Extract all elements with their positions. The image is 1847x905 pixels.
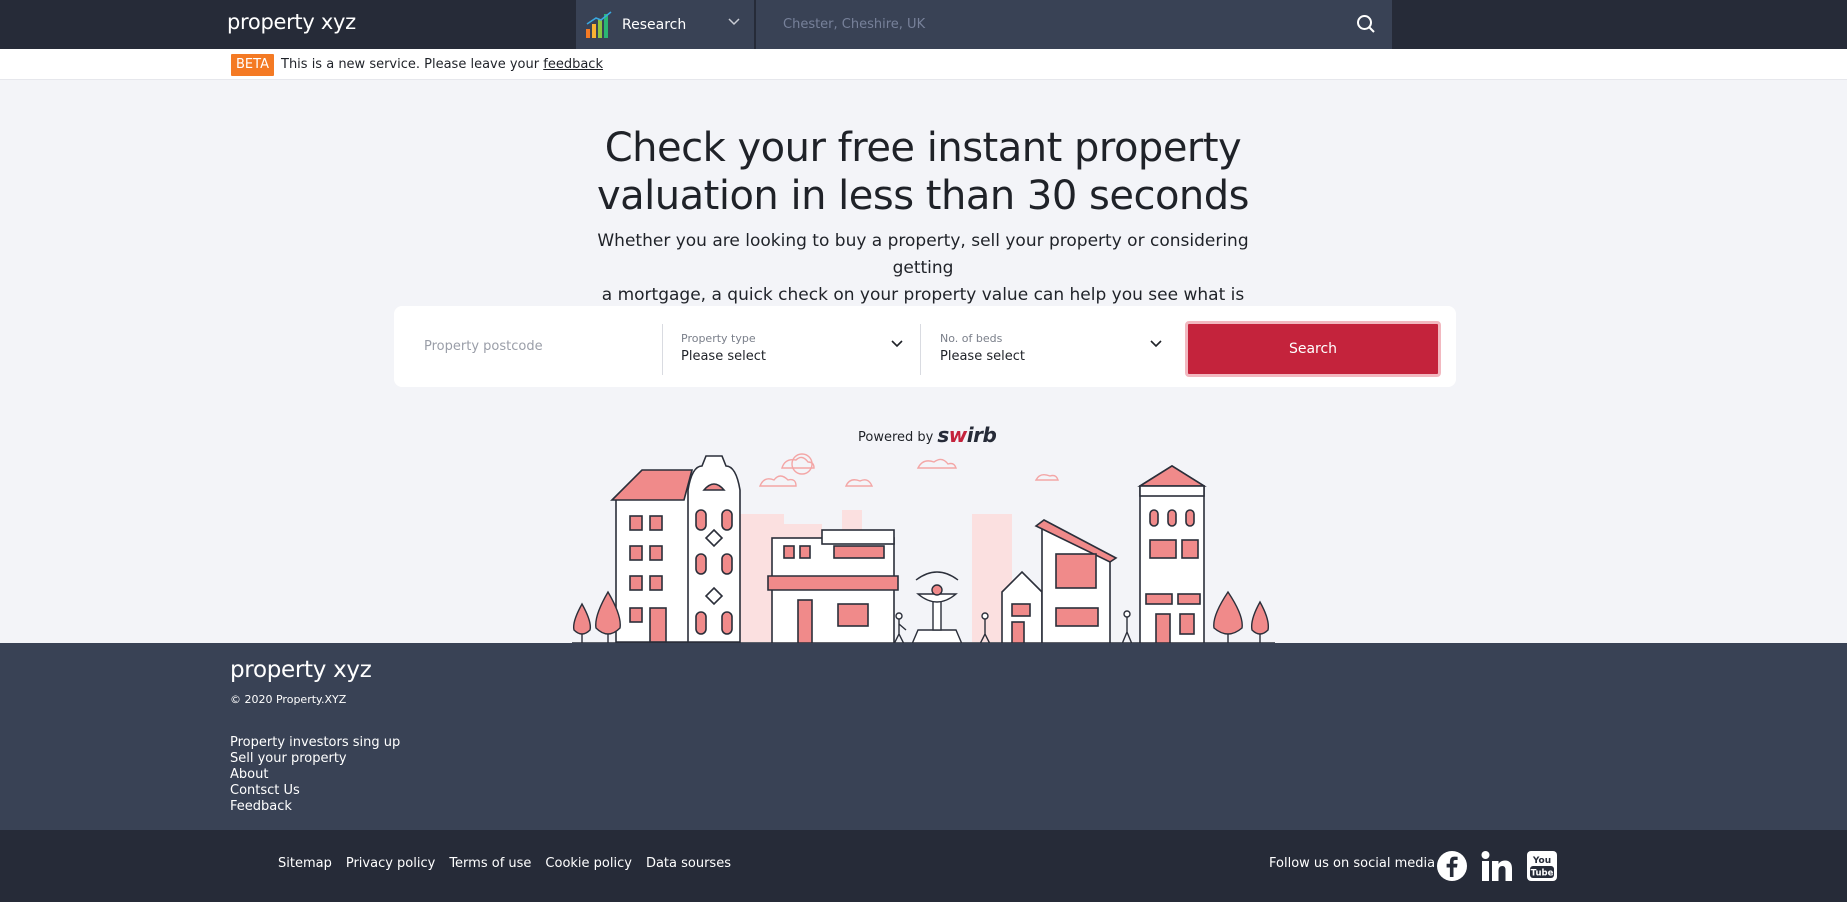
hero-title: Check your free instant property valuati… bbox=[523, 124, 1323, 220]
link-terms-of-use[interactable]: Terms of use bbox=[449, 856, 531, 871]
powered-by-text: Powered by bbox=[858, 430, 934, 445]
svg-text:You: You bbox=[1532, 856, 1551, 866]
street-illustration bbox=[572, 453, 1275, 644]
footer-logo[interactable]: property xyz bbox=[230, 657, 372, 683]
footer-link-investors-signup[interactable]: Property investors sing up bbox=[230, 735, 400, 751]
property-type-label: Property type bbox=[681, 332, 756, 345]
chevron-down-icon bbox=[1150, 340, 1162, 348]
feedback-link[interactable]: feedback bbox=[543, 57, 603, 72]
linkedin-icon[interactable] bbox=[1481, 850, 1513, 882]
chevron-down-icon bbox=[728, 18, 740, 26]
beta-badge: BETA bbox=[231, 54, 274, 76]
beta-banner: BETA This is a new service. Please leave… bbox=[0, 49, 1847, 80]
svg-text:Tube: Tube bbox=[1531, 869, 1554, 879]
footer-link-about[interactable]: About bbox=[230, 767, 400, 783]
hero-subtitle-line-1: Whether you are looking to buy a propert… bbox=[597, 231, 1249, 278]
research-label: Research bbox=[622, 16, 687, 33]
property-type-select[interactable]: Property type Please select bbox=[681, 320, 903, 373]
form-divider bbox=[920, 324, 921, 375]
hero-section: Check your free instant property valuati… bbox=[0, 80, 1847, 644]
site-footer: property xyz © 2020 Property.XYZ Propert… bbox=[0, 643, 1847, 830]
beds-label: No. of beds bbox=[940, 332, 1003, 345]
postcode-input[interactable] bbox=[408, 320, 648, 373]
location-search-input[interactable] bbox=[756, 0, 1336, 49]
swirb-logo[interactable]: swirb bbox=[937, 425, 996, 445]
copyright: © 2020 Property.XYZ bbox=[230, 693, 347, 706]
link-sitemap[interactable]: Sitemap bbox=[278, 856, 332, 871]
footer-link-sell-property[interactable]: Sell your property bbox=[230, 751, 400, 767]
legal-links: Sitemap Privacy policy Terms of use Cook… bbox=[278, 856, 745, 871]
valuation-form: Property type Please select No. of beds … bbox=[394, 306, 1456, 387]
facebook-icon[interactable] bbox=[1436, 850, 1468, 882]
beds-select[interactable]: No. of beds Please select bbox=[940, 320, 1162, 373]
location-search bbox=[756, 0, 1392, 49]
chevron-down-icon bbox=[891, 340, 903, 348]
site-logo[interactable]: property xyz bbox=[227, 10, 356, 34]
hero-title-line-2: valuation in less than 30 seconds bbox=[596, 173, 1250, 219]
link-data-sources[interactable]: Data sourses bbox=[646, 856, 731, 871]
hero-title-line-1: Check your free instant property bbox=[604, 125, 1242, 171]
link-cookie-policy[interactable]: Cookie policy bbox=[545, 856, 632, 871]
form-divider bbox=[662, 324, 663, 375]
follow-text: Follow us on social media bbox=[1269, 856, 1436, 871]
bar-chart-icon bbox=[586, 10, 612, 38]
top-navigation: property xyz Research bbox=[0, 0, 1847, 49]
search-icon[interactable] bbox=[1356, 14, 1376, 34]
youtube-icon[interactable]: You Tube bbox=[1526, 850, 1558, 882]
footer-links: Property investors sing up Sell your pro… bbox=[230, 735, 400, 815]
search-button[interactable]: Search bbox=[1185, 321, 1441, 377]
beta-message-text: This is a new service. Please leave your bbox=[281, 57, 540, 72]
footer-link-contact[interactable]: Contsct Us bbox=[230, 783, 400, 799]
beds-value: Please select bbox=[940, 349, 1025, 364]
beta-message: This is a new service. Please leave your… bbox=[281, 57, 603, 72]
research-dropdown[interactable]: Research bbox=[576, 0, 754, 49]
bottom-bar: Sitemap Privacy policy Terms of use Cook… bbox=[0, 830, 1847, 902]
property-type-value: Please select bbox=[681, 349, 766, 364]
powered-by: Powered by swirb bbox=[858, 425, 997, 445]
link-privacy-policy[interactable]: Privacy policy bbox=[346, 856, 435, 871]
footer-link-feedback[interactable]: Feedback bbox=[230, 799, 400, 815]
